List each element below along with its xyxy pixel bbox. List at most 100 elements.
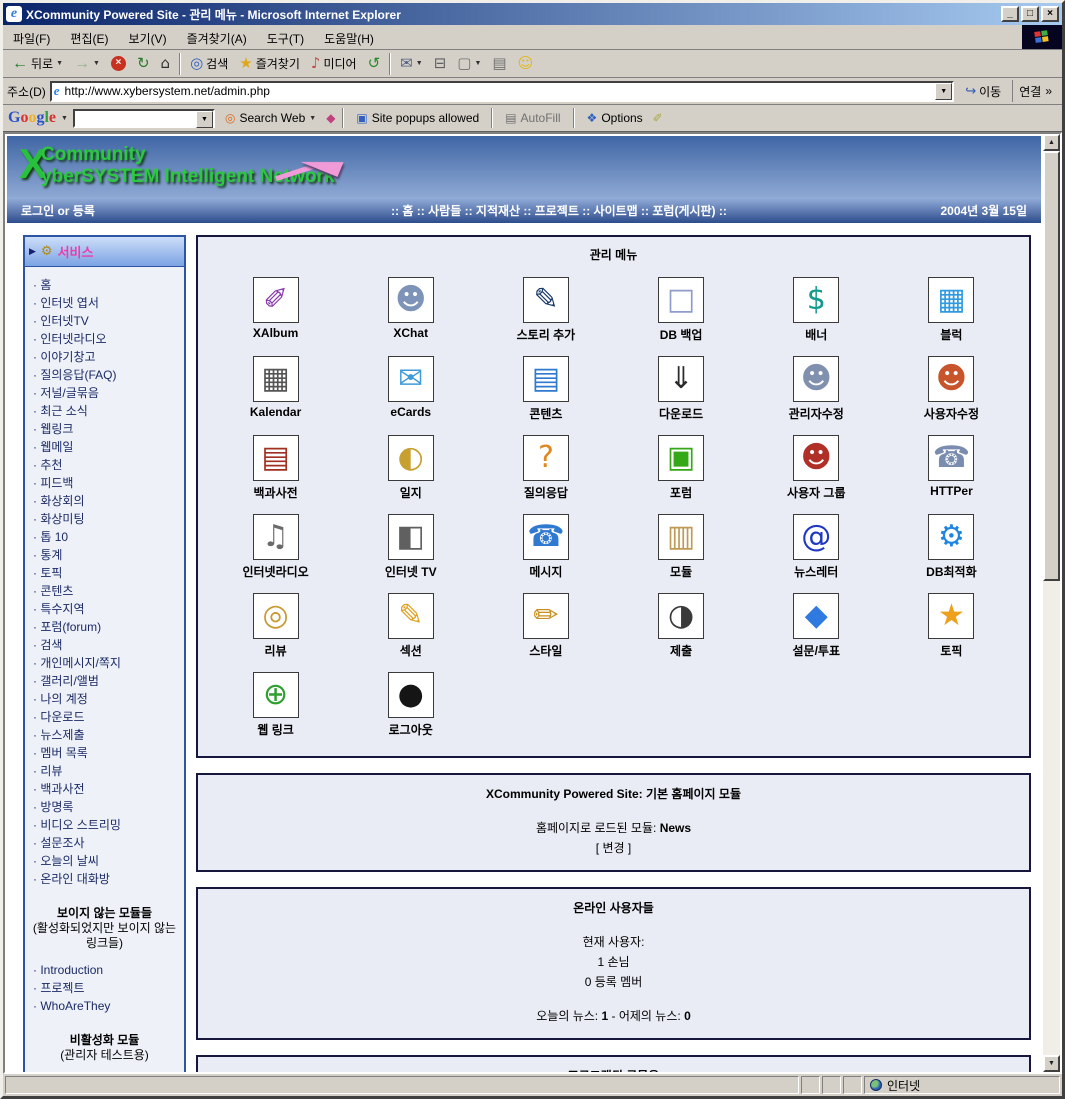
sidebar-link[interactable]: 톱 10 (33, 528, 180, 546)
admin-item-label[interactable]: XAlbum (253, 326, 298, 340)
sidebar-link[interactable]: 포럼(forum) (33, 618, 180, 636)
sidebar-link[interactable]: 인터넷TV (33, 312, 180, 330)
admin-item-label[interactable]: 배너 (805, 326, 827, 343)
admin-menu-item[interactable]: ◑ 제출 (621, 593, 741, 659)
sidebar-link[interactable]: WhoAreThey (33, 997, 180, 1015)
sidebar-link[interactable]: 개인메시지/쪽지 (33, 654, 180, 672)
admin-menu-item[interactable]: ☻ XChat (351, 277, 471, 343)
sidebar-link[interactable]: 멤버 목록 (33, 744, 180, 762)
options-button[interactable]: ❖ Options (582, 109, 648, 127)
admin-item-label[interactable]: 뉴스레터 (794, 563, 838, 580)
sidebar-link[interactable]: 설문조사 (33, 834, 180, 852)
admin-menu-item[interactable]: ? 질의응답 (486, 435, 606, 501)
admin-menu-item[interactable]: ✉ eCards (351, 356, 471, 422)
sidebar-link[interactable]: 나의 계정 (33, 690, 180, 708)
admin-item-label[interactable]: 콘텐츠 (529, 405, 562, 422)
admin-menu-item[interactable]: ☎ HTTPer (891, 435, 1011, 501)
sidebar-link[interactable]: 갤러리/앨범 (33, 672, 180, 690)
admin-item-label[interactable]: 제출 (670, 642, 692, 659)
edit-button[interactable]: ▢ ▼ (452, 52, 486, 76)
google-dropdown-icon[interactable]: ▼ (61, 115, 68, 122)
refresh-button[interactable]: ↻ (132, 52, 155, 76)
admin-item-label[interactable]: 인터넷라디오 (242, 563, 308, 580)
sidebar-link[interactable]: 최근 소식 (33, 402, 180, 420)
admin-menu-item[interactable]: ☻ 사용자수정 (891, 356, 1011, 422)
admin-menu-item[interactable]: ▣ 포럼 (621, 435, 741, 501)
highlighter-icon[interactable]: ✐ (653, 111, 663, 125)
discuss-button[interactable]: ▤ (487, 52, 511, 76)
admin-item-label[interactable]: XChat (393, 326, 428, 340)
admin-item-label[interactable]: 스토리 추가 (517, 326, 576, 343)
admin-menu-item[interactable]: ★ 토픽 (891, 593, 1011, 659)
admin-item-label[interactable]: 사용자 그룹 (787, 484, 846, 501)
change-module-link[interactable]: [ 변경 ] (206, 839, 1021, 859)
autofill-button[interactable]: ▤ AutoFill (500, 109, 565, 127)
admin-item-label[interactable]: 모듈 (670, 563, 692, 580)
admin-menu-item[interactable]: ✐ XAlbum (216, 277, 336, 343)
home-button[interactable]: ⌂ (156, 52, 176, 76)
admin-menu-item[interactable]: ☻ 관리자수정 (756, 356, 876, 422)
vertical-scrollbar[interactable]: ▲ ▼ (1043, 134, 1060, 1072)
admin-menu-item[interactable]: ☎ 메시지 (486, 514, 606, 580)
admin-menu-item[interactable]: ▤ 백과사전 (216, 435, 336, 501)
admin-item-label[interactable]: 리뷰 (265, 642, 287, 659)
admin-item-label[interactable]: 섹션 (400, 642, 422, 659)
sidebar-link[interactable]: 웹링크 (33, 420, 180, 438)
admin-menu-item[interactable]: ◆ 설문/투표 (756, 593, 876, 659)
sidebar-link[interactable]: 프로젝트 (33, 979, 180, 997)
admin-menu-item[interactable]: ✏ 스타일 (486, 593, 606, 659)
admin-menu-item[interactable]: ✎ 스토리 추가 (486, 277, 606, 343)
admin-item-label[interactable]: Kalendar (250, 405, 301, 419)
sidebar-link[interactable]: 콘텐츠 (33, 582, 180, 600)
favorites-button[interactable]: ★ 즐겨찾기 (234, 52, 305, 76)
menu-item[interactable]: 파일(F) (3, 25, 60, 49)
pagerank-icon[interactable]: ◆ (326, 111, 335, 125)
minimize-button[interactable]: _ (1001, 6, 1019, 22)
history-button[interactable]: ↺ (363, 52, 386, 76)
sidebar-link[interactable]: 검색 (33, 636, 180, 654)
sidebar-link[interactable]: 뉴스제출 (33, 726, 180, 744)
menu-item[interactable]: 도구(T) (257, 25, 314, 49)
sidebar-link[interactable]: 인터넷라디오 (33, 330, 180, 348)
admin-item-label[interactable]: 토픽 (940, 642, 962, 659)
sidebar-link[interactable]: 웹메일 (33, 438, 180, 456)
admin-item-label[interactable]: 로그아웃 (389, 721, 433, 738)
admin-item-label[interactable]: HTTPer (930, 484, 973, 498)
scroll-down-icon[interactable]: ▼ (1043, 1055, 1060, 1072)
admin-item-label[interactable]: 인터넷 TV (385, 563, 437, 580)
links-chevron-icon[interactable]: » (1045, 84, 1052, 98)
admin-menu-item[interactable]: ▤ 콘텐츠 (486, 356, 606, 422)
admin-menu-item[interactable]: @ 뉴스레터 (756, 514, 876, 580)
back-button[interactable]: ← 뒤로 ▼ (7, 52, 68, 76)
admin-item-label[interactable]: 메시지 (529, 563, 562, 580)
admin-item-label[interactable]: DB최적화 (926, 563, 976, 580)
sidebar-link[interactable]: 화상회의 (33, 492, 180, 510)
scrollbar-thumb[interactable] (1043, 151, 1060, 581)
google-logo[interactable]: Google (8, 109, 56, 127)
admin-menu-item[interactable]: □ DB 백업 (621, 277, 741, 343)
sidebar-link[interactable]: 토픽 (33, 564, 180, 582)
print-button[interactable]: ⊟ (429, 52, 452, 76)
admin-item-label[interactable]: 일지 (400, 484, 422, 501)
sidebar-link[interactable]: 홈 (33, 276, 180, 294)
google-search-dropdown-icon[interactable]: ▼ (196, 111, 213, 128)
google-search-input[interactable]: ▼ (73, 109, 215, 128)
admin-menu-item[interactable]: $ 배너 (756, 277, 876, 343)
popup-blocker-button[interactable]: ▣ Site popups allowed (351, 109, 484, 127)
admin-item-label[interactable]: 다운로드 (659, 405, 703, 422)
login-register-link[interactable]: 로그인 or 등록 (21, 202, 251, 219)
stop-button[interactable]: × (106, 52, 131, 76)
go-button[interactable]: ↪ 이동 (958, 80, 1008, 102)
admin-menu-item[interactable]: ▦ Kalendar (216, 356, 336, 422)
sidebar-link[interactable]: 추천 (33, 456, 180, 474)
admin-menu-item[interactable]: ⇓ 다운로드 (621, 356, 741, 422)
address-input[interactable]: e http://www.xybersystem.net/admin.php ▼ (50, 81, 954, 102)
media-button[interactable]: ♪ 미디어 (306, 52, 362, 76)
admin-menu-item[interactable]: ✎ 섹션 (351, 593, 471, 659)
mail-dropdown-icon[interactable]: ▼ (416, 60, 423, 67)
sidebar-link[interactable]: 저널/글묶음 (33, 384, 180, 402)
menu-item[interactable]: 편집(E) (60, 25, 118, 49)
sidebar-link[interactable]: 이야기창고 (33, 348, 180, 366)
search-button[interactable]: ◎ 검색 (185, 52, 233, 76)
mail-button[interactable]: ✉ ▼ (395, 52, 428, 76)
